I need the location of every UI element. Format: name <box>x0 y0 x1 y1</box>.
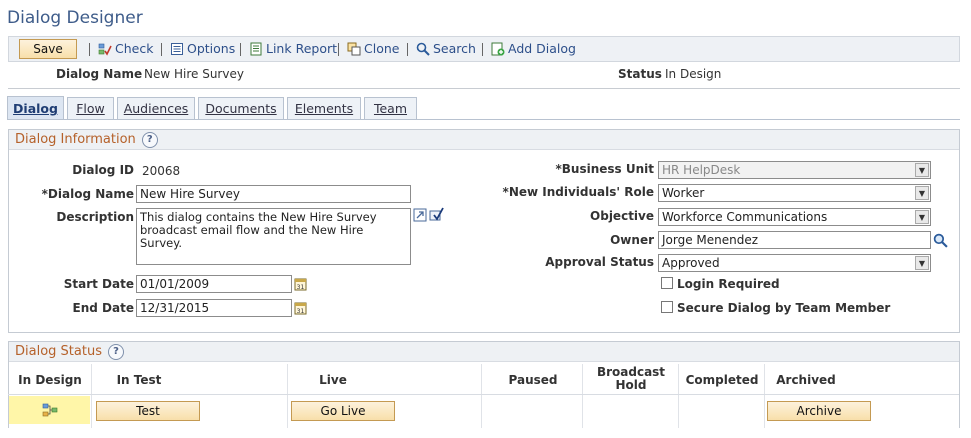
toolbar-divider <box>240 43 241 56</box>
approval-status-select[interactable]: Approved ▼ <box>658 254 931 272</box>
business-unit-value: HR HelpDesk <box>662 163 741 177</box>
test-button[interactable]: Test <box>96 401 200 421</box>
svg-text:31: 31 <box>297 308 305 315</box>
header-status-value: In Design <box>665 67 722 81</box>
header-dialog-name-value: New Hire Survey <box>144 67 244 81</box>
search-link[interactable]: Search <box>416 41 476 56</box>
clone-link[interactable]: Clone <box>347 41 399 56</box>
report-icon <box>250 42 262 55</box>
lookup-search-icon[interactable] <box>933 233 948 248</box>
flow-icon <box>42 403 58 417</box>
column-header-in-test: In Test <box>116 373 162 387</box>
tab-team[interactable]: Team <box>364 97 417 119</box>
header-dialog-name-label: Dialog Name <box>56 67 143 81</box>
new-individuals-role-select[interactable]: Worker ▼ <box>658 184 931 202</box>
options-link[interactable]: Options <box>170 41 235 56</box>
dialog-name-label: *Dialog Name <box>41 187 134 201</box>
dropdown-arrow-icon: ▼ <box>915 256 929 270</box>
check-icon <box>98 43 112 56</box>
add-dialog-link[interactable]: Add Dialog <box>491 41 576 56</box>
go-live-button[interactable]: Go Live <box>291 401 395 421</box>
login-required-label: Login Required <box>677 277 780 291</box>
options-icon <box>171 42 183 55</box>
options-label: Options <box>187 41 236 56</box>
login-required-checkbox[interactable] <box>661 277 673 289</box>
end-date-field[interactable]: 12/31/2015 <box>136 299 292 317</box>
check-label: Check <box>115 41 154 56</box>
approval-status-label: Approval Status <box>545 255 654 269</box>
svg-text:31: 31 <box>297 284 305 291</box>
add-dialog-label: Add Dialog <box>508 41 576 56</box>
toolbar: Save Check Options Link Report Clone Sea… <box>8 36 960 62</box>
owner-field[interactable]: Jorge Menendez <box>658 231 931 249</box>
dropdown-arrow-icon: ▼ <box>915 186 929 200</box>
tab-dialog[interactable]: Dialog <box>7 96 64 120</box>
toolbar-divider <box>89 43 90 56</box>
owner-label: Owner <box>610 233 654 247</box>
help-icon[interactable]: ? <box>141 131 158 148</box>
secure-dialog-checkbox[interactable] <box>661 301 673 313</box>
column-header-paused: Paused <box>508 373 558 387</box>
link-report-label: Link Report <box>266 41 338 56</box>
search-label: Search <box>433 41 476 56</box>
start-date-field[interactable]: 01/01/2009 <box>136 275 292 293</box>
objective-label: Objective <box>590 209 654 223</box>
toolbar-divider <box>482 43 483 56</box>
description-field[interactable]: This dialog contains the New Hire Survey… <box>136 208 411 265</box>
search-icon <box>416 42 430 56</box>
link-report-link[interactable]: Link Report <box>249 41 337 56</box>
tab-elements[interactable]: Elements <box>287 97 361 119</box>
business-unit-select[interactable]: HR HelpDesk ▼ <box>658 161 931 179</box>
column-header-archived: Archived <box>776 373 836 387</box>
dialog-name-field[interactable]: New Hire Survey <box>136 185 411 203</box>
save-button[interactable]: Save <box>19 39 77 59</box>
calendar-icon[interactable]: 31 <box>294 301 307 315</box>
header-status-label: Status <box>618 67 662 81</box>
start-date-label: Start Date <box>63 277 134 291</box>
end-date-label: End Date <box>72 301 134 315</box>
column-header-in-design: In Design <box>18 373 82 387</box>
column-header-live: Live <box>319 373 347 387</box>
section-header: Dialog Status ? <box>9 342 959 362</box>
column-header-broadcast-hold: Broadcast Hold <box>585 366 677 392</box>
expand-text-icon[interactable] <box>413 208 427 222</box>
calendar-icon[interactable]: 31 <box>294 277 307 291</box>
help-icon[interactable]: ? <box>107 343 124 360</box>
toolbar-divider <box>338 43 339 56</box>
tab-flow[interactable]: Flow <box>67 97 114 119</box>
approval-status-value: Approved <box>662 256 720 270</box>
section-header: Dialog Information ? <box>9 130 959 150</box>
toolbar-divider <box>407 43 408 56</box>
business-unit-label: *Business Unit <box>555 162 654 176</box>
tab-documents[interactable]: Documents <box>198 97 284 119</box>
dropdown-arrow-icon: ▼ <box>915 163 929 177</box>
tab-strip-divider <box>8 119 960 120</box>
broadcast-hold-line2: Hold <box>615 378 647 392</box>
spell-check-icon[interactable] <box>429 207 444 222</box>
objective-select[interactable]: Workforce Communications ▼ <box>658 208 931 226</box>
dialog-id-value: 20068 <box>142 164 181 178</box>
header-divider <box>8 88 960 89</box>
toolbar-divider <box>161 43 162 56</box>
column-header-completed: Completed <box>685 373 759 387</box>
section-title: Dialog Status <box>15 344 102 359</box>
description-label: Description <box>56 210 134 224</box>
objective-value: Workforce Communications <box>662 210 828 224</box>
check-link[interactable]: Check <box>98 41 153 56</box>
section-title: Dialog Information <box>15 132 136 147</box>
dialog-id-label: Dialog ID <box>72 163 134 177</box>
clone-icon <box>347 42 361 55</box>
new-individuals-role-value: Worker <box>662 186 705 200</box>
tab-audiences[interactable]: Audiences <box>117 97 195 119</box>
clone-label: Clone <box>364 41 400 56</box>
secure-dialog-label: Secure Dialog by Team Member <box>677 301 891 315</box>
archive-button[interactable]: Archive <box>767 401 871 421</box>
dropdown-arrow-icon: ▼ <box>915 210 929 224</box>
add-dialog-icon <box>491 42 505 55</box>
new-individuals-role-label: *New Individuals' Role <box>502 185 654 199</box>
page-title: Dialog Designer <box>7 8 143 28</box>
